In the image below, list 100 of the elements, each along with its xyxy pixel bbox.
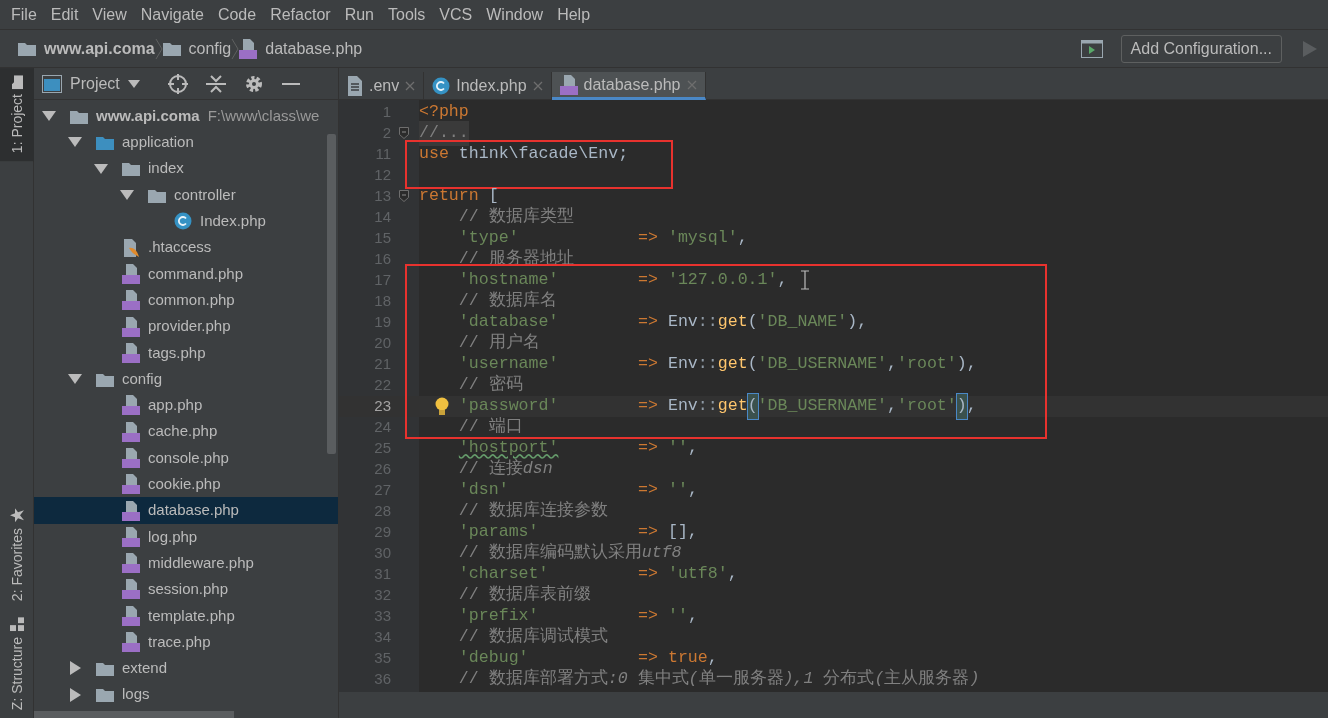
menu-item[interactable]: VCS: [432, 0, 480, 29]
string-literal: 'DB_USERNAME': [757, 395, 888, 418]
scrollbar[interactable]: [34, 711, 234, 718]
tree-item[interactable]: database.php: [34, 497, 338, 524]
menu-item[interactable]: Tools: [381, 0, 433, 29]
operator: =>: [638, 227, 658, 250]
menu-item[interactable]: Code: [210, 0, 264, 29]
tree-item[interactable]: command.php: [34, 260, 338, 288]
php-file-icon: [122, 500, 140, 521]
code-comment: 集中式: [637, 668, 689, 691]
menu-item[interactable]: Window: [479, 0, 551, 29]
locate-icon[interactable]: [167, 73, 188, 94]
string-literal: '127.0.0.1': [667, 269, 778, 292]
code-comment: ),1: [783, 668, 815, 691]
tree-item[interactable]: provider.php: [34, 313, 338, 340]
folded-code[interactable]: //...: [419, 121, 469, 146]
operator: ::: [697, 311, 718, 334]
code-comment: 分布式: [823, 668, 875, 691]
star-icon: [10, 507, 24, 522]
scrollbar[interactable]: [327, 134, 336, 454]
run-window-icon[interactable]: [1080, 39, 1103, 58]
code-comment: // 数据库名: [458, 289, 557, 313]
menu-item[interactable]: Navigate: [133, 0, 211, 29]
menu-item[interactable]: File: [4, 0, 44, 29]
fold-icon[interactable]: [399, 127, 409, 139]
tree-item[interactable]: extend: [34, 655, 338, 682]
php-file-icon: [122, 316, 140, 337]
php-file-icon: [122, 395, 140, 416]
method-name: get: [717, 353, 748, 376]
breadcrumb-item[interactable]: database.php: [239, 36, 363, 61]
tree-item[interactable]: .htaccess: [34, 234, 338, 261]
code-text: ),: [847, 311, 868, 334]
line-number: 23: [373, 396, 392, 417]
keyword: return: [419, 185, 479, 208]
caret-icon: [127, 79, 140, 88]
fold-icon[interactable]: [399, 190, 409, 202]
code-comment: // 端口: [458, 416, 523, 439]
lightbulb-icon[interactable]: [435, 397, 449, 417]
settings-icon[interactable]: [243, 73, 264, 94]
tree-item[interactable]: application: [34, 129, 338, 156]
tool-window-tab[interactable]: Z: Structure: [0, 608, 34, 718]
tree-item[interactable]: cache.php: [34, 418, 338, 445]
editor-tab[interactable]: Index.php: [424, 72, 552, 100]
tree-item[interactable]: trace.php: [34, 628, 338, 656]
code-text: ,: [687, 605, 698, 628]
code-text: ,: [687, 479, 698, 502]
expand-arrow-icon[interactable]: [68, 373, 82, 386]
code-comment: // 数据库调试模式: [458, 625, 608, 649]
php-file-icon: [122, 526, 140, 547]
expand-arrow-icon[interactable]: [68, 136, 82, 149]
project-view-selector[interactable]: Project: [42, 71, 140, 96]
breadcrumb-item[interactable]: config: [162, 36, 232, 61]
tree-item[interactable]: console.php: [34, 444, 338, 472]
tool-window-tab[interactable]: 2: Favorites: [0, 499, 34, 609]
tree-item[interactable]: controller: [34, 181, 338, 209]
collapse-icon[interactable]: [205, 73, 226, 94]
string-literal: 'utf8': [667, 563, 728, 586]
window-icon: [42, 74, 62, 93]
string-literal: '': [667, 605, 688, 628]
menu-item[interactable]: Run: [337, 0, 381, 29]
breadcrumb-item[interactable]: www.api.coma: [18, 36, 155, 61]
matched-paren: ): [956, 394, 967, 419]
add-configuration-button[interactable]: Add Configuration...: [1120, 34, 1282, 63]
array-key: 'database': [458, 310, 639, 335]
menu-item[interactable]: Edit: [43, 0, 86, 29]
tree-item[interactable]: Index.php: [34, 208, 338, 235]
editor-tab[interactable]: database.php: [551, 72, 706, 100]
code-text: ,: [777, 269, 788, 292]
tree-item[interactable]: app.php: [34, 392, 338, 419]
collapse-arrow-icon[interactable]: [68, 687, 82, 702]
string-literal: '': [667, 437, 688, 460]
tree-item[interactable]: index: [34, 155, 338, 182]
menu-item[interactable]: Help: [550, 0, 598, 29]
collapse-arrow-icon[interactable]: [68, 661, 82, 676]
tree-item[interactable]: log.php: [34, 523, 338, 551]
tree-item[interactable]: tags.php: [34, 339, 338, 366]
text-cursor-icon: [801, 270, 809, 290]
expand-arrow-icon[interactable]: [42, 110, 56, 123]
menu-item[interactable]: View: [85, 0, 134, 29]
tree-item[interactable]: cookie.php: [34, 471, 338, 498]
expand-arrow-icon[interactable]: [120, 189, 134, 202]
tree-item[interactable]: session.php: [34, 576, 338, 603]
tool-window-tab[interactable]: 1: Project: [0, 68, 34, 162]
tree-item[interactable]: www.api.coma F:\www\class\we: [34, 103, 338, 130]
operator: =>: [638, 353, 658, 376]
string-literal: 'mysql': [667, 227, 738, 250]
operator: =>: [638, 647, 658, 669]
tree-item[interactable]: template.php: [34, 602, 338, 629]
tree-item[interactable]: middleware.php: [34, 550, 338, 577]
operator: =>: [638, 269, 658, 292]
code-text: ,: [887, 395, 897, 418]
expand-arrow-icon[interactable]: [94, 162, 108, 175]
code-comment: 单一服务器: [698, 668, 784, 691]
tree-item[interactable]: common.php: [34, 287, 338, 314]
tree-item[interactable]: config: [34, 365, 338, 393]
code-comment: 主从服务器: [884, 667, 970, 691]
tree-item[interactable]: logs: [34, 681, 338, 708]
string-literal: 'DB_USERNAME': [757, 353, 888, 376]
menu-item[interactable]: Refactor: [263, 0, 338, 29]
code-comment: // 用户名: [458, 332, 540, 355]
